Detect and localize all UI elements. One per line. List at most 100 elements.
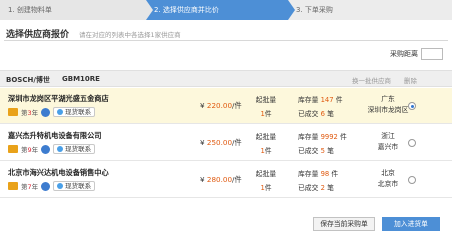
stock-label: 库存量 [298, 133, 319, 141]
moq-label: 起批量 [255, 133, 277, 141]
change-suppliers-link[interactable]: 换一批供应商 [352, 75, 391, 85]
contact-label: 现货联系 [65, 107, 92, 116]
price-value: 220.00 [206, 101, 233, 110]
gold-supplier-icon [8, 145, 18, 153]
progress-steps: 1. 创建物料单 2. 选择供应商并比价 3. 下单采购 [0, 0, 452, 20]
save-order-button[interactable]: 保存当前采购单 [313, 217, 375, 231]
stock-value: 147 [320, 96, 334, 104]
supplier-meta: 第3年 现货联系 [8, 107, 96, 117]
verified-icon [41, 181, 51, 191]
contact-label: 现货联系 [65, 144, 92, 153]
product-brand: BOSCH/博世 [6, 76, 50, 84]
section-hint: 请在对应的列表中各选择1家供应商 [79, 31, 181, 39]
section-header: 选择供应商报价 请在对应的列表中各选择1家供应商 [6, 27, 181, 40]
years-suffix: 年 [31, 146, 39, 154]
select-radio[interactable] [408, 176, 416, 184]
stock-value: 98 [320, 170, 330, 178]
section-divider [4, 40, 448, 41]
price-unit: /件 [232, 138, 242, 147]
step-create-list: 1. 创建物料单 [0, 0, 153, 20]
moq-unit: 件 [264, 147, 272, 155]
distance-filter: 采购距离 [4, 46, 448, 62]
location: 广东 深圳市龙岗区 [364, 94, 412, 116]
select-radio[interactable] [408, 102, 416, 110]
product-model: GBM10RE [62, 75, 100, 83]
province: 浙江 [381, 132, 395, 140]
years-suffix: 年 [31, 183, 39, 191]
currency: ¥ [200, 175, 205, 184]
supplier-name[interactable]: 嘉兴杰升特机电设备有限公司 [8, 131, 101, 141]
price-unit: /件 [232, 101, 242, 110]
province: 广东 [381, 95, 395, 103]
sold-value: 2 [320, 184, 325, 192]
stock-unit: 件 [335, 96, 343, 104]
select-radio[interactable] [408, 139, 416, 147]
stock-unit: 件 [331, 170, 339, 178]
contact-button[interactable]: 现货联系 [53, 144, 96, 154]
sold-value: 5 [320, 147, 325, 155]
min-order: 起批量 1件 [252, 94, 280, 118]
currency: ¥ [200, 101, 205, 110]
supplier-years: 第7年 [21, 181, 38, 191]
contact-button[interactable]: 现货联系 [53, 107, 96, 117]
contact-button[interactable]: 现货联系 [53, 181, 96, 191]
unit-price: ¥ 250.00/件 [200, 138, 242, 148]
currency: ¥ [200, 138, 205, 147]
supplier-row[interactable]: 嘉兴杰升特机电设备有限公司 第9年 现货联系 ¥ 250.00/件 起批量 1件… [0, 125, 452, 161]
stock-info: 库存量 98 件 已成交 2 笔 [298, 168, 338, 192]
product-header: BOSCH/博世 GBM10RE 换一批供应商 删除 [0, 70, 452, 87]
chat-icon [57, 146, 64, 152]
contact-label: 现货联系 [65, 181, 92, 190]
location: 北京 北京市 [364, 168, 412, 190]
supplier-row[interactable]: 北京市海兴达机电设备销售中心 第7年 现货联系 ¥ 280.00/件 起批量 1… [0, 162, 452, 198]
stock-info: 库存量 9992 件 已成交 5 笔 [298, 131, 347, 155]
supplier-meta: 第7年 现货联系 [8, 181, 96, 191]
moq-unit: 件 [264, 184, 272, 192]
supplier-row[interactable]: 深圳市龙岗区平湖光盛五金商店 第3年 现货联系 ¥ 220.00/件 起批量 1… [0, 88, 452, 124]
supplier-name[interactable]: 深圳市龙岗区平湖光盛五金商店 [8, 94, 109, 104]
verified-icon [41, 107, 51, 117]
delete-link[interactable]: 删除 [404, 75, 417, 85]
supplier-years: 第9年 [21, 144, 38, 154]
verified-icon [41, 144, 51, 154]
sold-label: 已成交 [298, 184, 319, 192]
price-unit: /件 [232, 175, 242, 184]
city: 深圳市龙岗区 [367, 106, 409, 114]
price-value: 250.00 [206, 138, 233, 147]
sold-unit: 笔 [327, 147, 334, 155]
price-value: 280.00 [206, 175, 233, 184]
years-suffix: 年 [31, 109, 39, 117]
stock-label: 库存量 [298, 96, 319, 104]
city: 北京市 [377, 180, 399, 188]
gold-supplier-icon [8, 108, 18, 116]
min-order: 起批量 1件 [252, 131, 280, 155]
stock-info: 库存量 147 件 已成交 6 笔 [298, 94, 343, 118]
unit-price: ¥ 220.00/件 [200, 101, 242, 111]
min-order: 起批量 1件 [252, 168, 280, 192]
moq-label: 起批量 [255, 170, 277, 178]
unit-price: ¥ 280.00/件 [200, 175, 242, 185]
stock-unit: 件 [340, 133, 347, 141]
sold-label: 已成交 [298, 110, 319, 118]
sold-unit: 笔 [327, 184, 334, 192]
add-to-cart-button[interactable]: 加入进货单 [382, 217, 440, 231]
sold-value: 6 [320, 110, 325, 118]
moq-label: 起批量 [255, 96, 277, 104]
location: 浙江 嘉兴市 [364, 131, 412, 153]
stock-label: 库存量 [298, 170, 319, 178]
sold-unit: 笔 [327, 110, 334, 118]
step-place-order: 3. 下单采购 [288, 0, 452, 20]
chat-icon [57, 109, 64, 115]
chat-icon [57, 183, 64, 189]
step-select-supplier: 2. 选择供应商并比价 [146, 0, 295, 20]
sold-label: 已成交 [298, 147, 319, 155]
supplier-name[interactable]: 北京市海兴达机电设备销售中心 [8, 168, 109, 178]
moq-unit: 件 [264, 110, 272, 118]
gold-supplier-icon [8, 182, 18, 190]
city: 嘉兴市 [377, 143, 399, 151]
stock-value: 9992 [320, 133, 338, 141]
section-title: 选择供应商报价 [6, 30, 70, 40]
distance-label: 采购距离 [390, 50, 418, 58]
supplier-meta: 第9年 现货联系 [8, 144, 96, 154]
distance-select[interactable] [421, 48, 443, 60]
